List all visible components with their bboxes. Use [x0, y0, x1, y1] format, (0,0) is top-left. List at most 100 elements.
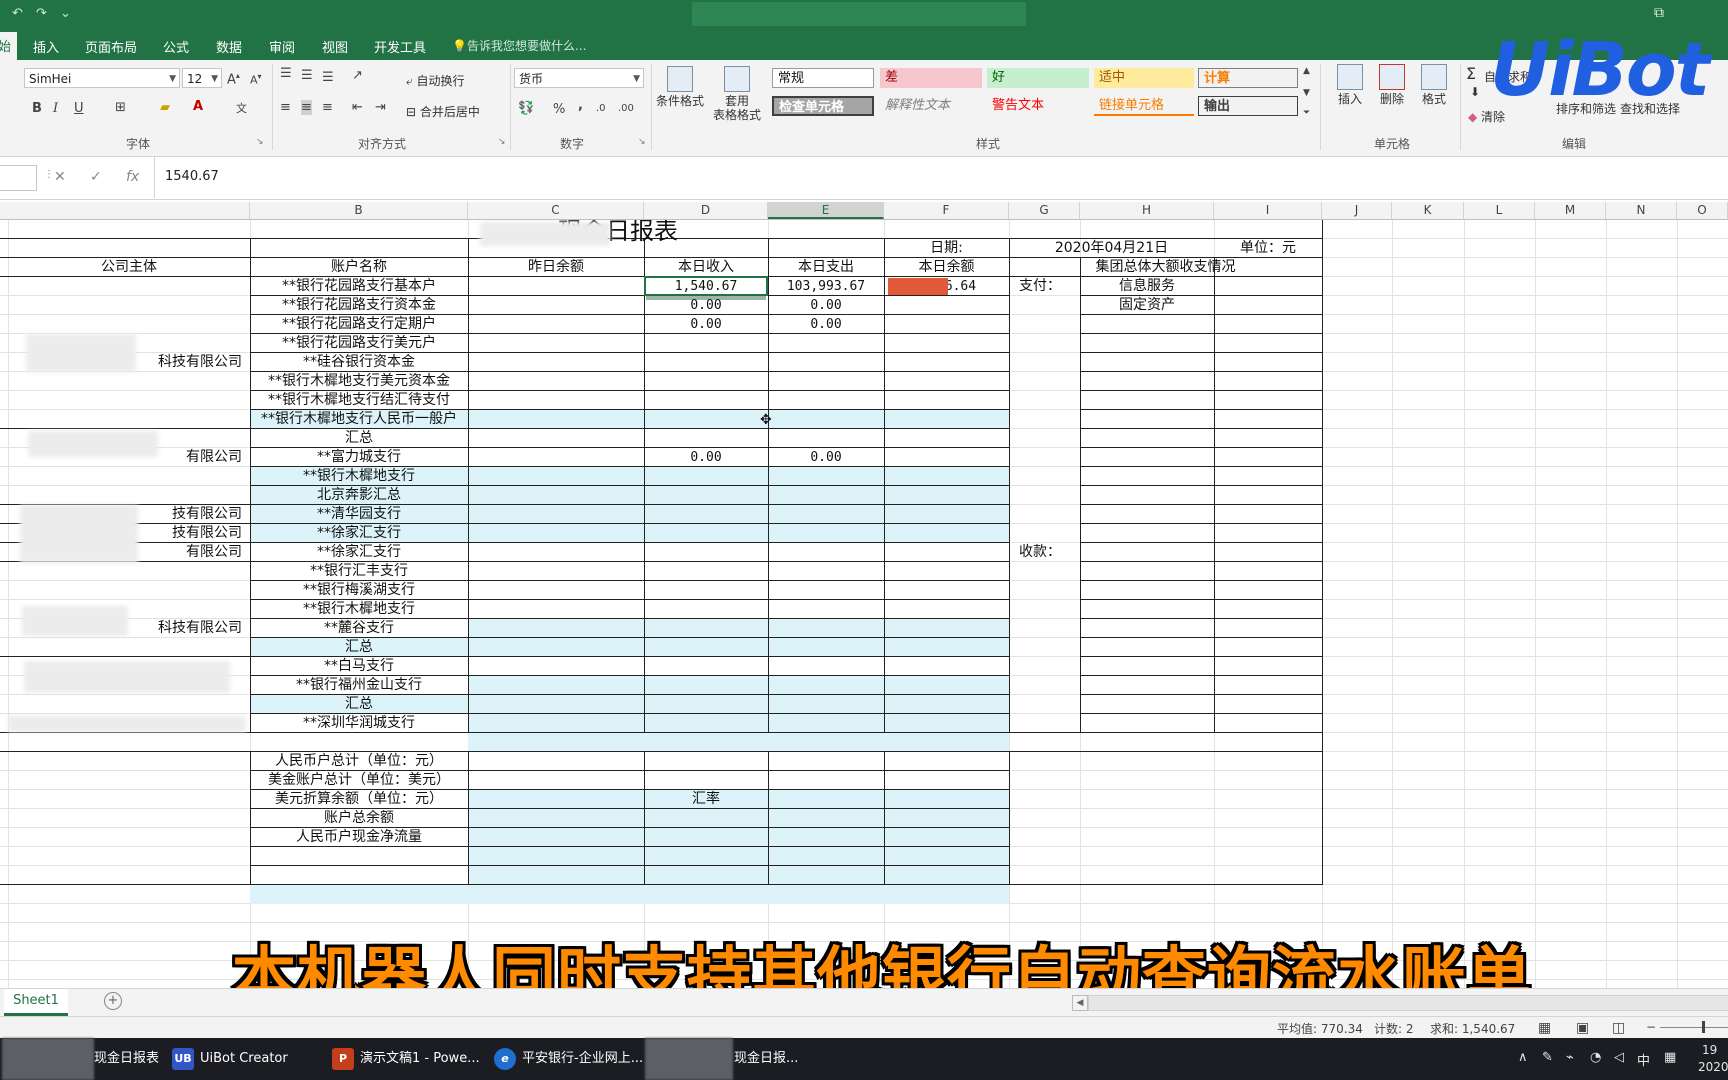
tab-review[interactable]: 审阅	[269, 37, 295, 56]
font-size-select[interactable]: 12▼	[182, 68, 222, 88]
italic-button[interactable]: I	[53, 101, 58, 116]
cell-style-6[interactable]: 解释性文本	[880, 96, 982, 116]
decrease-indent-icon[interactable]: ⇤	[352, 100, 363, 115]
increase-indent-icon[interactable]: ⇥	[375, 100, 386, 115]
taskbar-item-uibot[interactable]: UBUiBot Creator	[172, 1038, 288, 1080]
font-name-select[interactable]: SimHei▼	[24, 68, 180, 88]
normal-view-icon[interactable]: ▦	[1538, 1020, 1551, 1036]
cell-style-1[interactable]: 差	[880, 68, 982, 88]
grow-font-icon[interactable]: A▴	[227, 71, 240, 87]
bold-button[interactable]: B	[32, 101, 42, 116]
align-center-icon[interactable]: ≡	[301, 100, 312, 115]
tray-usb-icon[interactable]: ⌁	[1566, 1050, 1574, 1065]
zoom-slider-thumb[interactable]	[1702, 1021, 1705, 1033]
align-bottom-icon[interactable]: ☰	[322, 70, 334, 85]
shrink-font-icon[interactable]: A▾	[250, 72, 262, 87]
wrap-text-button[interactable]: ⤶ 自动换行	[406, 72, 465, 89]
dialog-launcher-icon[interactable]: ↘	[256, 137, 264, 147]
ime-indicator[interactable]: 中	[1637, 1050, 1650, 1069]
column-header-I[interactable]: I	[1214, 202, 1322, 219]
format-cells-button[interactable]: 格式	[1414, 64, 1454, 106]
format-as-table-button[interactable]: 套用 表格格式	[706, 66, 768, 122]
undo-icon[interactable]: ↶	[12, 6, 23, 21]
customize-quick-access-icon[interactable]: ⌄	[60, 6, 71, 21]
tab-home[interactable]: 始	[0, 32, 17, 62]
cell-style-4[interactable]: 计算	[1198, 68, 1298, 88]
taskbar-item-excel[interactable]: 现金日报表	[94, 1038, 159, 1080]
comma-style-button[interactable]: ,	[578, 98, 583, 113]
sheet-tab-sheet1[interactable]: Sheet1	[4, 989, 68, 1016]
merge-center-button[interactable]: ⊟ 合并后居中	[406, 103, 480, 120]
tab-view[interactable]: 视图	[322, 37, 348, 56]
column-header-N[interactable]: N	[1606, 202, 1677, 219]
page-layout-view-icon[interactable]: ▣	[1576, 1020, 1589, 1036]
align-top-icon[interactable]: ☰	[280, 66, 292, 81]
cell-style-7[interactable]: 警告文本	[987, 96, 1089, 116]
column-header-G[interactable]: G	[1009, 202, 1080, 219]
taskbar-thumbnail[interactable]	[645, 1038, 733, 1080]
borders-icon[interactable]: ⊞	[115, 100, 126, 115]
worksheet-grid[interactable]: 现金日报表日期:2020年04月21日单位：元公司主体账户名称昨日余额本日收入本…	[0, 220, 1728, 988]
font-color-icon[interactable]: A	[193, 99, 203, 114]
gallery-more-icon[interactable]: ⏷	[1303, 108, 1310, 118]
tray-app-icon[interactable]: ✎	[1542, 1050, 1553, 1065]
tray-chevron-icon[interactable]: ∧	[1518, 1050, 1528, 1065]
volume-icon[interactable]: ◁	[1614, 1050, 1624, 1065]
cell-style-9[interactable]: 输出	[1198, 96, 1298, 116]
network-icon[interactable]: ◔	[1590, 1050, 1601, 1065]
column-header-D[interactable]: D	[644, 202, 768, 219]
increase-decimal-icon[interactable]: .0	[596, 103, 606, 114]
tray-keyboard-icon[interactable]: ▦	[1664, 1050, 1676, 1065]
insert-function-icon[interactable]: fx	[126, 169, 139, 185]
tab-developer[interactable]: 开发工具	[374, 37, 426, 56]
cell-style-5[interactable]: 检查单元格	[772, 96, 874, 116]
cell-style-8[interactable]: 链接单元格	[1094, 96, 1194, 116]
tab-data[interactable]: 数据	[216, 37, 242, 56]
column-header-E[interactable]: E	[768, 202, 884, 219]
orientation-icon[interactable]: ↗	[352, 68, 363, 83]
align-right-icon[interactable]: ≡	[322, 100, 333, 115]
gallery-up-icon[interactable]: ▲	[1303, 66, 1310, 76]
fill-color-icon[interactable]: ▰	[160, 100, 170, 115]
column-header-C[interactable]: C	[468, 202, 644, 219]
taskbar-item-excel-2[interactable]: 现金日报...	[734, 1038, 798, 1080]
tell-me-box[interactable]: 💡告诉我您想要做什么...	[452, 37, 586, 54]
insert-cells-button[interactable]: 插入	[1330, 64, 1370, 106]
tab-page-layout[interactable]: 页面布局	[85, 37, 137, 56]
formula-input[interactable]: 1540.67	[154, 157, 1728, 198]
column-header-O[interactable]: O	[1677, 202, 1728, 219]
taskbar-thumbnail[interactable]	[2, 1038, 94, 1080]
page-break-view-icon[interactable]: ◫	[1612, 1020, 1625, 1036]
add-sheet-icon[interactable]: +	[104, 992, 122, 1010]
column-header-M[interactable]: M	[1535, 202, 1606, 219]
formula-bar-more-icon[interactable]: ⋮	[44, 169, 54, 180]
underline-button[interactable]: U	[74, 101, 84, 116]
phonetic-icon[interactable]: 文	[236, 100, 247, 116]
column-header-B[interactable]: B	[250, 202, 468, 219]
cancel-icon[interactable]: ✕	[54, 169, 66, 185]
zoom-slider[interactable]	[1660, 1027, 1728, 1028]
dialog-launcher-icon[interactable]: ↘	[638, 137, 646, 147]
restore-window-icon[interactable]: ⧉	[1654, 5, 1664, 21]
dialog-launcher-icon[interactable]: ↘	[498, 137, 506, 147]
fill-button[interactable]: ⬇	[1470, 85, 1480, 99]
cell-style-2[interactable]: 好	[987, 68, 1089, 88]
tab-formulas[interactable]: 公式	[163, 37, 189, 56]
conditional-format-button[interactable]: 条件格式	[652, 66, 708, 108]
zoom-out-icon[interactable]: −	[1646, 1020, 1656, 1034]
scroll-left-icon[interactable]: ◀	[1072, 995, 1088, 1011]
decrease-decimal-icon[interactable]: .00	[618, 103, 634, 114]
currency-icon[interactable]: 💱	[518, 101, 534, 116]
name-box[interactable]	[0, 165, 37, 191]
horizontal-scrollbar[interactable]	[1088, 995, 1728, 1011]
tab-insert[interactable]: 插入	[33, 37, 59, 56]
delete-cells-button[interactable]: 删除	[1372, 64, 1412, 106]
autosum-icon[interactable]: Σ	[1466, 64, 1476, 83]
column-header-K[interactable]: K	[1392, 202, 1464, 219]
cell-style-3[interactable]: 适中	[1094, 68, 1194, 88]
percent-button[interactable]: %	[553, 102, 565, 117]
taskbar-item-powerpoint[interactable]: P演示文稿1 - Powe...	[332, 1038, 480, 1080]
column-header-H[interactable]: H	[1080, 202, 1214, 219]
column-header-J[interactable]: J	[1322, 202, 1392, 219]
cell-style-0[interactable]: 常规	[772, 68, 874, 88]
